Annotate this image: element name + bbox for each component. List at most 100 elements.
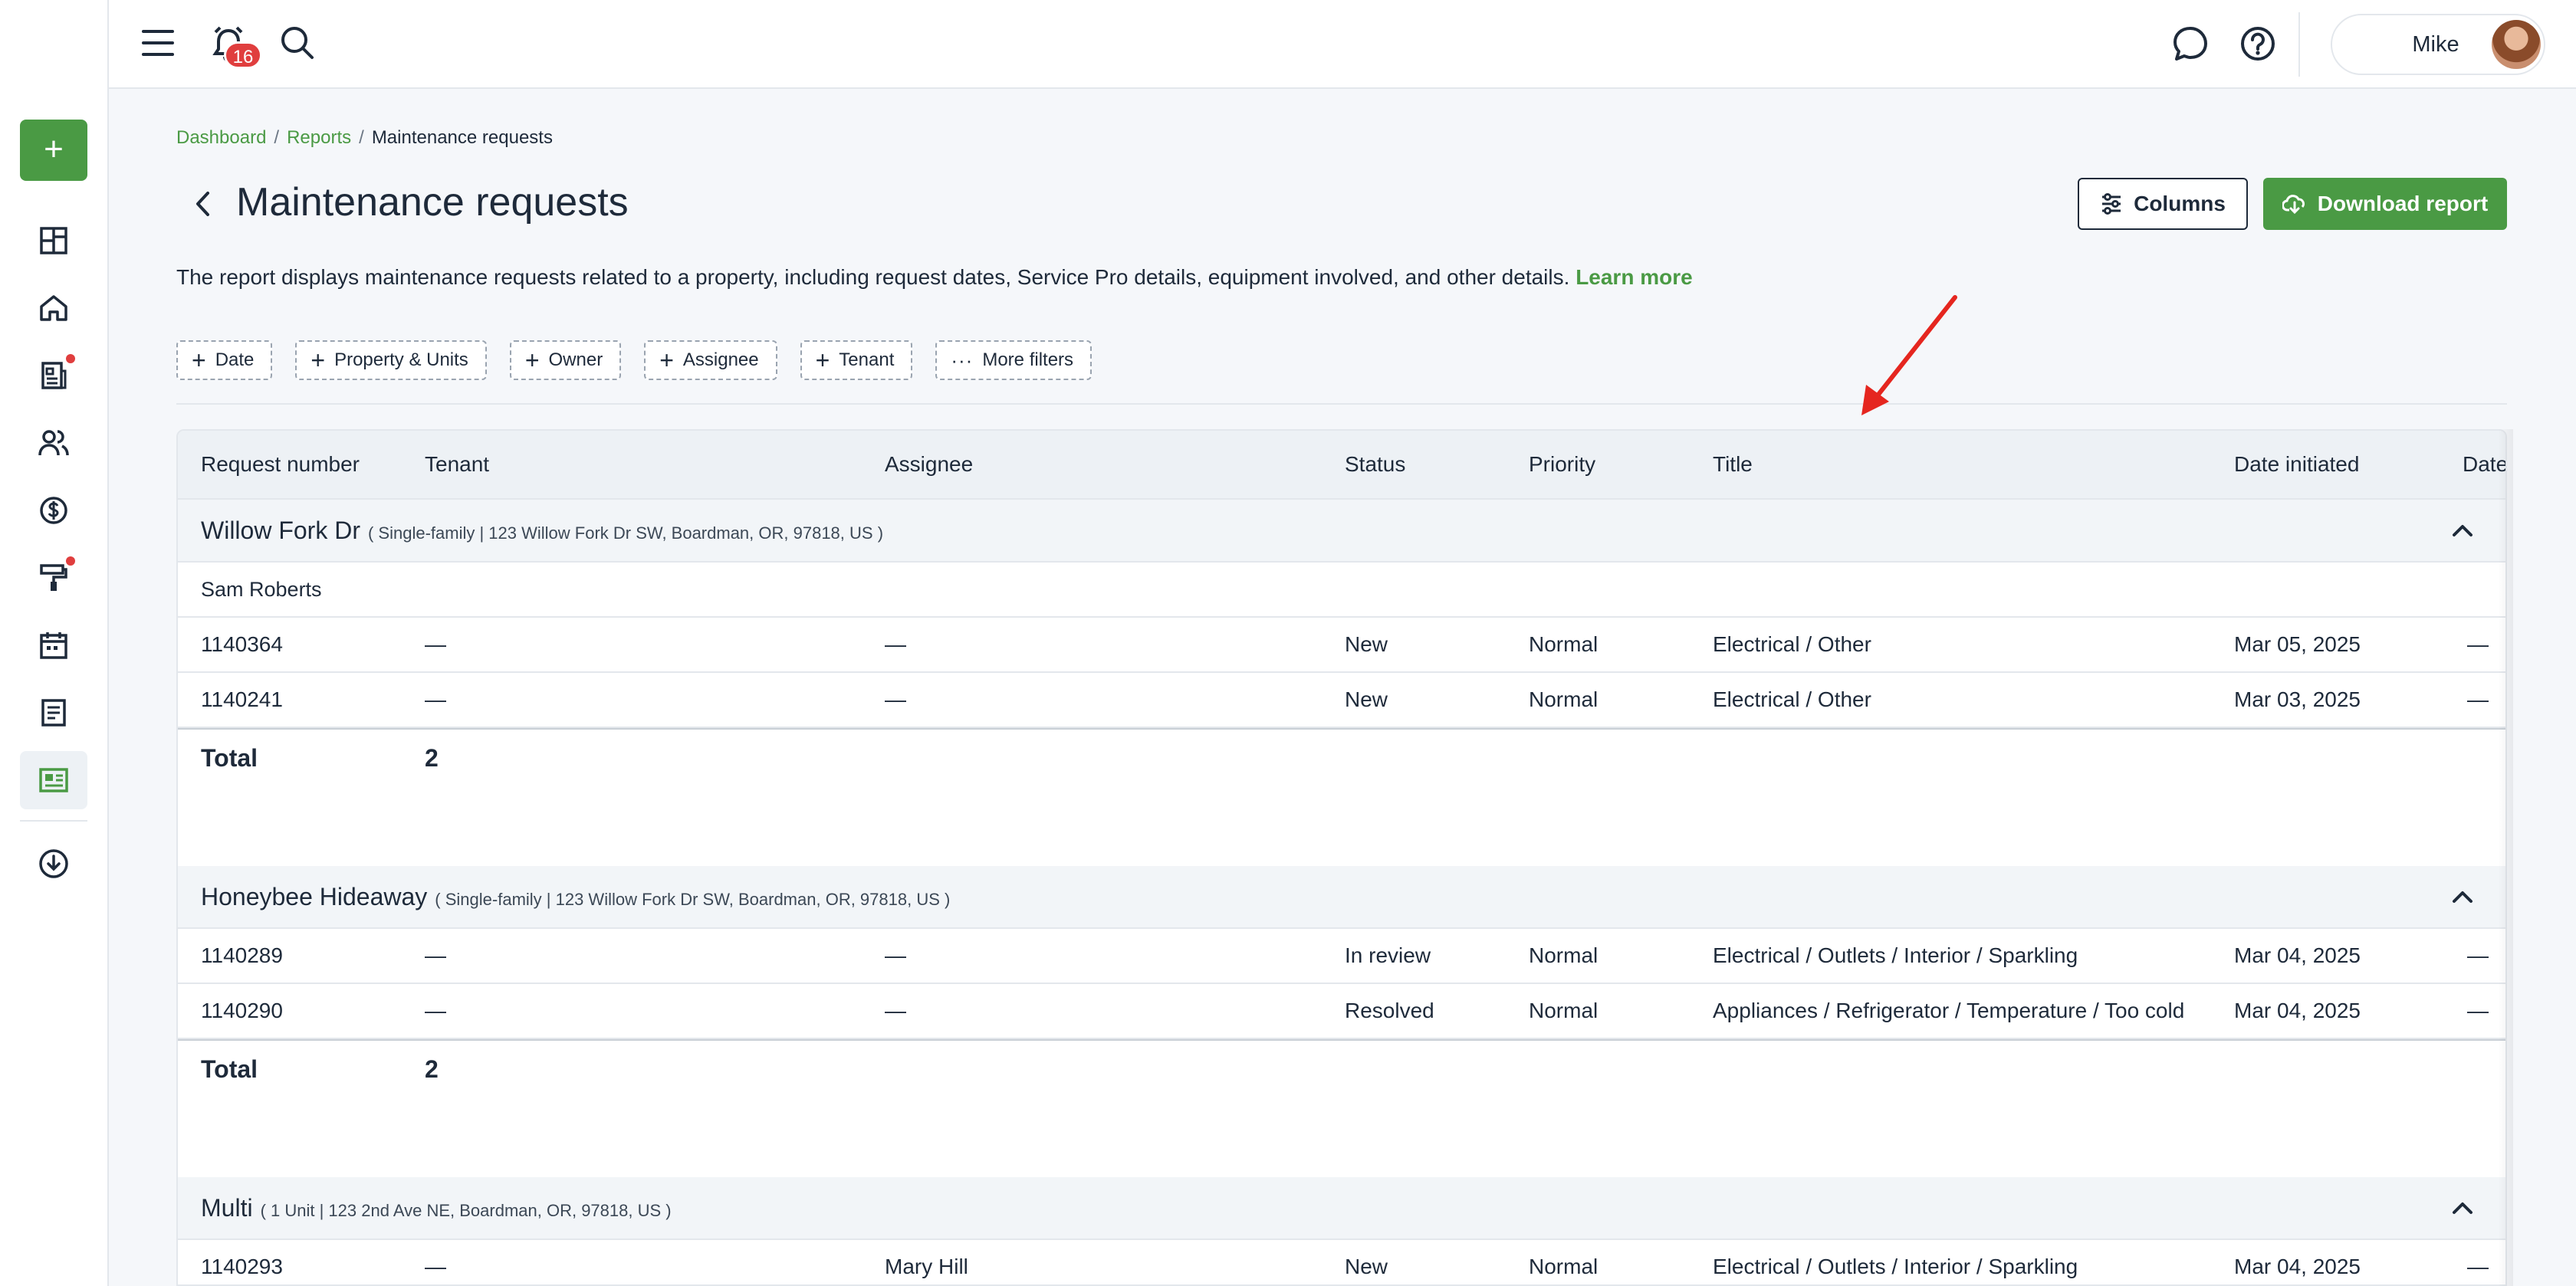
page-title: Maintenance requests	[236, 180, 629, 225]
breadcrumb-reports[interactable]: Reports	[287, 127, 351, 148]
help-circle-icon[interactable]	[2237, 23, 2279, 64]
search-icon[interactable]	[278, 23, 317, 63]
cell-assignee: —	[885, 999, 906, 1022]
plus-icon: +	[815, 346, 830, 374]
user-menu[interactable]: Mike	[2331, 14, 2545, 75]
filter-tenant[interactable]: + Tenant	[800, 340, 913, 380]
group-header[interactable]: Willow Fork Dr ( Single-family | 123 Will…	[178, 500, 2505, 563]
cell-date-initiated: Mar 04, 2025	[2234, 999, 2361, 1022]
chevron-up-icon[interactable]	[2450, 1196, 2475, 1220]
sidebar-item-accounting[interactable]	[20, 481, 87, 540]
sidebar: +	[0, 0, 109, 1286]
chevron-up-icon[interactable]	[2450, 518, 2475, 543]
filter-label: More filters	[982, 349, 1074, 370]
sliders-icon	[2102, 193, 2121, 215]
breadcrumb-separator: /	[274, 127, 280, 148]
sidebar-item-properties[interactable]	[20, 279, 87, 337]
cell-priority: Normal	[1529, 687, 1598, 711]
sidebar-item-leases[interactable]	[20, 346, 87, 405]
report-card-icon	[39, 768, 68, 792]
total-value: 2	[425, 1055, 439, 1083]
filter-date[interactable]: + Date	[176, 340, 273, 380]
sidebar-item-dashboard[interactable]	[20, 212, 87, 270]
learn-more-link[interactable]: Learn more	[1576, 265, 1693, 289]
user-name: Mike	[2412, 32, 2459, 57]
filter-more[interactable]: ··· More filters	[935, 340, 1092, 380]
column-header-date-initiated[interactable]: Date initiated	[2234, 431, 2359, 498]
filter-label: Owner	[548, 349, 603, 370]
download-report-button[interactable]: Download report	[2263, 178, 2507, 230]
description-text: The report displays maintenance requests…	[176, 265, 1570, 289]
sidebar-item-downloads[interactable]	[20, 834, 87, 892]
cell-tenant: —	[425, 999, 446, 1022]
cell-date-initiated: Mar 03, 2025	[2234, 687, 2361, 711]
leases-alert-dot	[66, 354, 75, 363]
breadcrumb-dashboard[interactable]: Dashboard	[176, 127, 266, 148]
group-name: Willow Fork Dr ( Single-family | 123 Will…	[201, 500, 883, 564]
cloud-download-icon	[2282, 195, 2305, 215]
breadcrumb-current: Maintenance requests	[371, 127, 553, 148]
cell-status: In review	[1345, 943, 1431, 967]
column-header-priority[interactable]: Priority	[1529, 431, 1595, 498]
more-dots-icon: ···	[951, 348, 974, 372]
table-row[interactable]: 1140290 — — Resolved Normal Appliances /…	[178, 984, 2505, 1039]
table-row[interactable]: 1140364 — — New Normal Electrical / Othe…	[178, 618, 2505, 673]
filter-owner[interactable]: + Owner	[509, 340, 622, 380]
filter-property-units[interactable]: + Property & Units	[295, 340, 487, 380]
report-description: The report displays maintenance requests…	[176, 265, 1693, 290]
plus-icon: +	[192, 346, 206, 374]
cell-priority: Normal	[1529, 943, 1598, 967]
cell-status: New	[1345, 1255, 1388, 1278]
group-header[interactable]: Honeybee Hideaway ( Single-family | 123 W…	[178, 866, 2505, 929]
filter-assignee[interactable]: + Assignee	[644, 340, 777, 380]
sidebar-item-people[interactable]	[20, 414, 87, 472]
top-bar: 16 Mike	[0, 0, 2576, 89]
cell-request-number: 1140289	[201, 943, 283, 967]
cell-date-initiated: Mar 04, 2025	[2234, 943, 2361, 967]
notification-count-badge: 16	[224, 41, 262, 69]
users-icon	[38, 430, 69, 456]
cell-date: —	[2467, 1255, 2489, 1278]
cell-tenant: —	[425, 687, 446, 711]
filter-label: Property & Units	[334, 349, 468, 370]
sidebar-item-reports[interactable]	[20, 751, 87, 809]
cell-assignee: —	[885, 943, 906, 967]
group-total-row: Total 2	[178, 1039, 2505, 1096]
column-header-request-number[interactable]: Request number	[201, 431, 360, 498]
cell-title: Appliances / Refrigerator / Temperature …	[1713, 999, 2185, 1022]
table-row[interactable]: 1140293 — Mary Hill New Normal Electrica…	[178, 1240, 2505, 1284]
filter-label: Date	[215, 349, 255, 370]
column-header-date[interactable]: Date	[2463, 431, 2505, 498]
total-value: 2	[425, 744, 439, 772]
total-label: Total	[201, 1055, 258, 1083]
filter-bar: + Date + Property & Units + Owner + Assignee…	[176, 340, 1092, 380]
sidebar-item-notes[interactable]	[20, 684, 87, 742]
cell-date: —	[2467, 999, 2489, 1022]
columns-label: Columns	[2134, 192, 2226, 215]
subgroup-name: Sam Roberts	[201, 578, 322, 601]
column-header-assignee[interactable]: Assignee	[885, 431, 973, 498]
breadcrumb-separator: /	[359, 127, 364, 148]
filter-label: Tenant	[839, 349, 895, 370]
cell-title: Electrical / Outlets / Interior / Sparkl…	[1713, 943, 2078, 967]
table-row[interactable]: 1140289 — — In review Normal Electrical …	[178, 929, 2505, 984]
table-row[interactable]: 1140241 — — New Normal Electrical / Othe…	[178, 673, 2505, 728]
sidebar-item-maintenance[interactable]	[20, 549, 87, 607]
table-header: Request number Tenant Assignee Status Pr…	[178, 431, 2505, 500]
cell-request-number: 1140241	[201, 687, 283, 711]
column-header-title[interactable]: Title	[1713, 431, 1753, 498]
chat-bubble-icon[interactable]	[2170, 23, 2211, 64]
sidebar-item-calendar[interactable]	[20, 616, 87, 674]
group-name: Multi ( 1 Unit | 123 2nd Ave NE, Boardman…	[201, 1177, 672, 1242]
column-header-tenant[interactable]: Tenant	[425, 431, 489, 498]
chevron-up-icon[interactable]	[2450, 884, 2475, 909]
group-header[interactable]: Multi ( 1 Unit | 123 2nd Ave NE, Boardman…	[178, 1177, 2505, 1240]
group-title: Willow Fork Dr	[201, 517, 360, 544]
column-header-status[interactable]: Status	[1345, 431, 1405, 498]
columns-button[interactable]: Columns	[2078, 178, 2248, 230]
back-button[interactable]	[187, 185, 218, 222]
add-new-button[interactable]: +	[20, 120, 87, 181]
topbar-divider	[2298, 12, 2300, 77]
total-label: Total	[201, 744, 258, 772]
hamburger-menu-icon[interactable]	[140, 21, 176, 64]
